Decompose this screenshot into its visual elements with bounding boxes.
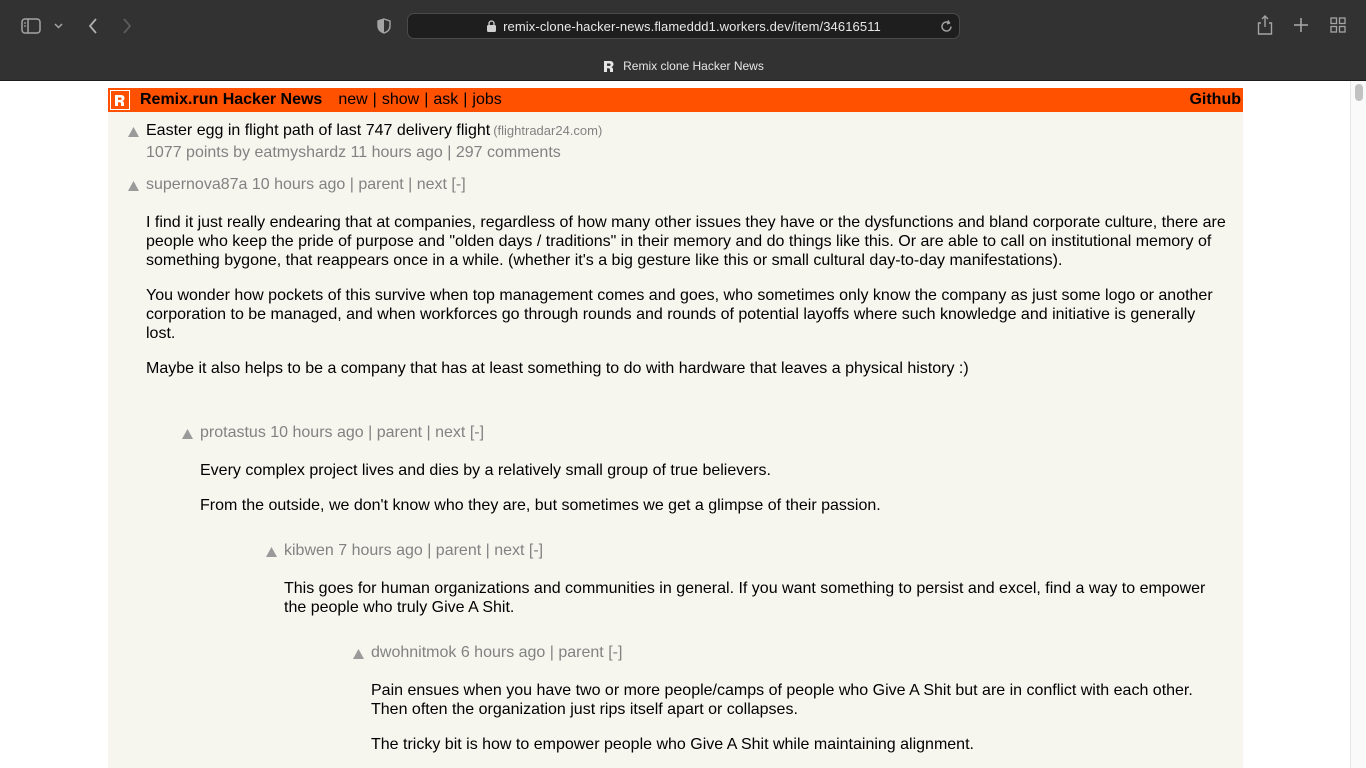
scrollbar-thumb[interactable] xyxy=(1355,84,1363,101)
story-title-link[interactable]: Easter egg in flight path of last 747 de… xyxy=(146,122,490,139)
nav-separator: | xyxy=(463,91,468,108)
comment-meta[interactable]: dwohnitmok 6 hours ago | parent [-] xyxy=(371,644,622,662)
sidebar-toggle-icon[interactable] xyxy=(20,16,42,36)
story-subtext[interactable]: 1077 points by eatmyshardz 11 hours ago … xyxy=(146,144,561,162)
comment-paragraph: I find it just really endearing that at … xyxy=(146,214,1226,269)
remix-logo-icon[interactable] xyxy=(110,90,130,110)
browser-chrome: remix-clone-hacker-news.flameddd1.worker… xyxy=(0,0,1366,81)
comment-meta[interactable]: kibwen 7 hours ago | parent | next [-] xyxy=(284,542,543,560)
upvote-icon[interactable] xyxy=(353,649,364,659)
browser-toolbar: remix-clone-hacker-news.flameddd1.worker… xyxy=(0,0,1366,52)
vertical-scrollbar[interactable] xyxy=(1350,81,1366,768)
nav-ask-link[interactable]: ask xyxy=(433,91,458,109)
upvote-icon[interactable] xyxy=(182,429,193,439)
comment-body: Every complex project lives and dies by … xyxy=(200,461,1220,531)
site-brand-link[interactable]: Remix.run Hacker News xyxy=(140,91,322,109)
forward-icon[interactable] xyxy=(118,15,136,37)
lock-icon xyxy=(487,20,497,32)
comment-paragraph: Maybe it also helps to be a company that… xyxy=(146,360,969,377)
nav-separator: | xyxy=(424,91,429,108)
url-text: remix-clone-hacker-news.flameddd1.worker… xyxy=(503,18,881,34)
comment-meta[interactable]: supernova87a 10 hours ago | parent | nex… xyxy=(146,176,466,194)
remix-favicon-icon xyxy=(602,60,615,73)
upvote-icon[interactable] xyxy=(266,547,277,557)
site-nav: new | show | ask | jobs xyxy=(338,91,501,109)
comment-paragraph: The tricky bit is how to empower people … xyxy=(371,736,974,753)
comment-paragraph: You wonder how pockets of this survive w… xyxy=(146,287,1213,342)
new-tab-icon[interactable] xyxy=(1292,16,1310,34)
comment-paragraph: This goes for human organizations and co… xyxy=(284,580,1206,616)
github-link[interactable]: Github xyxy=(1189,91,1241,109)
privacy-shield-icon[interactable] xyxy=(375,17,393,35)
upvote-icon[interactable] xyxy=(128,127,139,137)
comment-body: Pain ensues when you have two or more pe… xyxy=(371,681,1231,768)
nav-new-link[interactable]: new xyxy=(338,91,367,109)
browser-tab[interactable]: Remix clone Hacker News xyxy=(0,52,1366,80)
comment-paragraph: Every complex project lives and dies by … xyxy=(200,462,771,479)
comment-paragraph: From the outside, we don't know who they… xyxy=(200,497,881,514)
hn-container: Remix.run Hacker News new | show | ask |… xyxy=(108,88,1243,768)
address-bar[interactable]: remix-clone-hacker-news.flameddd1.worker… xyxy=(407,13,960,39)
tab-overview-icon[interactable] xyxy=(1329,16,1347,34)
reload-icon[interactable] xyxy=(940,20,953,33)
comment-paragraph: Pain ensues when you have two or more pe… xyxy=(371,682,1193,718)
comment-meta[interactable]: protastus 10 hours ago | parent | next [… xyxy=(200,424,484,442)
nav-jobs-link[interactable]: jobs xyxy=(472,91,501,109)
back-icon[interactable] xyxy=(84,15,102,37)
nav-separator: | xyxy=(372,91,377,108)
story-site-link[interactable]: (flightradar24.com) xyxy=(493,123,602,138)
tab-title: Remix clone Hacker News xyxy=(623,59,764,73)
page-viewport: Remix.run Hacker News new | show | ask |… xyxy=(0,81,1366,768)
upvote-icon[interactable] xyxy=(128,181,139,191)
comment-body: I find it just really endearing that at … xyxy=(146,213,1226,394)
chevron-down-icon[interactable] xyxy=(52,20,64,32)
share-icon[interactable] xyxy=(1255,14,1275,36)
nav-show-link[interactable]: show xyxy=(382,91,419,109)
site-header: Remix.run Hacker News new | show | ask |… xyxy=(108,88,1243,112)
story-title-row: Easter egg in flight path of last 747 de… xyxy=(146,122,602,140)
comment-body: This goes for human organizations and co… xyxy=(284,579,1224,633)
